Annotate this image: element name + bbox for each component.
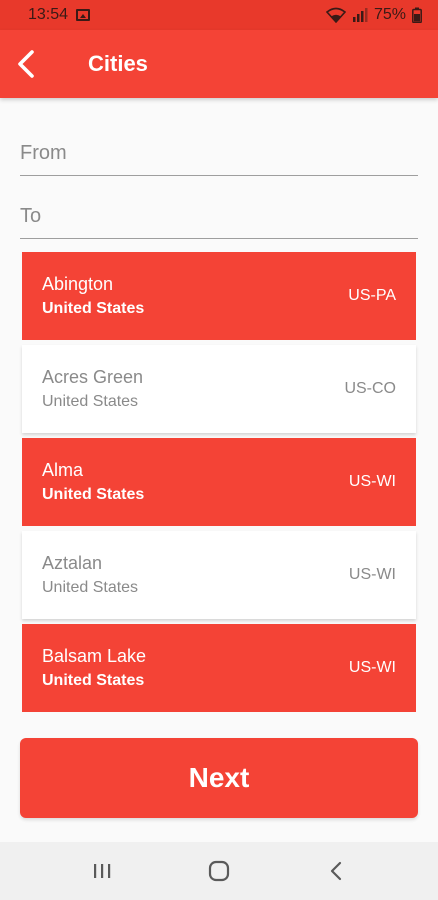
system-nav-bar (0, 842, 438, 900)
gallery-notification-icon (76, 9, 91, 21)
city-country: United States (42, 300, 145, 317)
status-left: 13:54 (28, 6, 91, 24)
city-info: Abington United States (42, 274, 144, 318)
to-input[interactable] (20, 189, 418, 238)
wifi-icon (325, 7, 346, 23)
city-info: Balsam Lake United States (42, 646, 146, 690)
city-card[interactable]: Acres Green United States US-CO (22, 345, 416, 433)
city-name: Balsam Lake (42, 646, 147, 666)
city-name: Abington (42, 274, 114, 294)
city-country: United States (42, 672, 145, 689)
battery-percent: 75% (373, 6, 406, 23)
city-code: US-WI (348, 473, 396, 490)
city-code: US-PA (348, 287, 396, 304)
city-country: United States (42, 393, 139, 410)
city-code: US-CO (344, 380, 396, 397)
home-icon (208, 860, 230, 882)
city-card[interactable]: Alma United States US-WI (22, 438, 416, 526)
status-time: 13:54 (28, 6, 69, 23)
from-input[interactable] (20, 126, 418, 175)
city-card[interactable]: Abington United States US-PA (22, 252, 416, 340)
city-country: United States (42, 579, 139, 596)
city-info: Aztalan United States (42, 553, 138, 597)
battery-charging-icon (412, 7, 422, 23)
to-field[interactable] (20, 189, 418, 239)
city-name: Aztalan (42, 553, 103, 573)
city-card[interactable]: Balsam Lake United States US-WI (22, 624, 416, 712)
city-info: Alma United States (42, 460, 144, 504)
nav-back-button[interactable] (306, 842, 366, 900)
status-right: 75% (325, 6, 422, 24)
city-name: Acres Green (42, 367, 144, 387)
back-arrow-icon (18, 50, 34, 78)
signal-icon (352, 7, 368, 23)
app-bar: Cities (0, 30, 438, 98)
recents-button[interactable] (72, 842, 132, 900)
city-info: Acres Green United States (42, 367, 143, 411)
page-title: Cities (88, 51, 148, 76)
city-code: US-WI (348, 566, 396, 583)
back-icon (330, 861, 341, 881)
city-code: US-WI (348, 659, 396, 676)
from-field[interactable] (20, 126, 418, 176)
city-name: Alma (42, 460, 84, 480)
city-card[interactable]: Aztalan United States US-WI (22, 531, 416, 619)
next-button[interactable]: Next (20, 738, 418, 818)
status-bar: 13:54 75% (0, 0, 438, 30)
back-button[interactable] (0, 30, 52, 98)
home-button[interactable] (189, 842, 249, 900)
recents-icon (94, 864, 111, 878)
city-country: United States (42, 486, 145, 503)
